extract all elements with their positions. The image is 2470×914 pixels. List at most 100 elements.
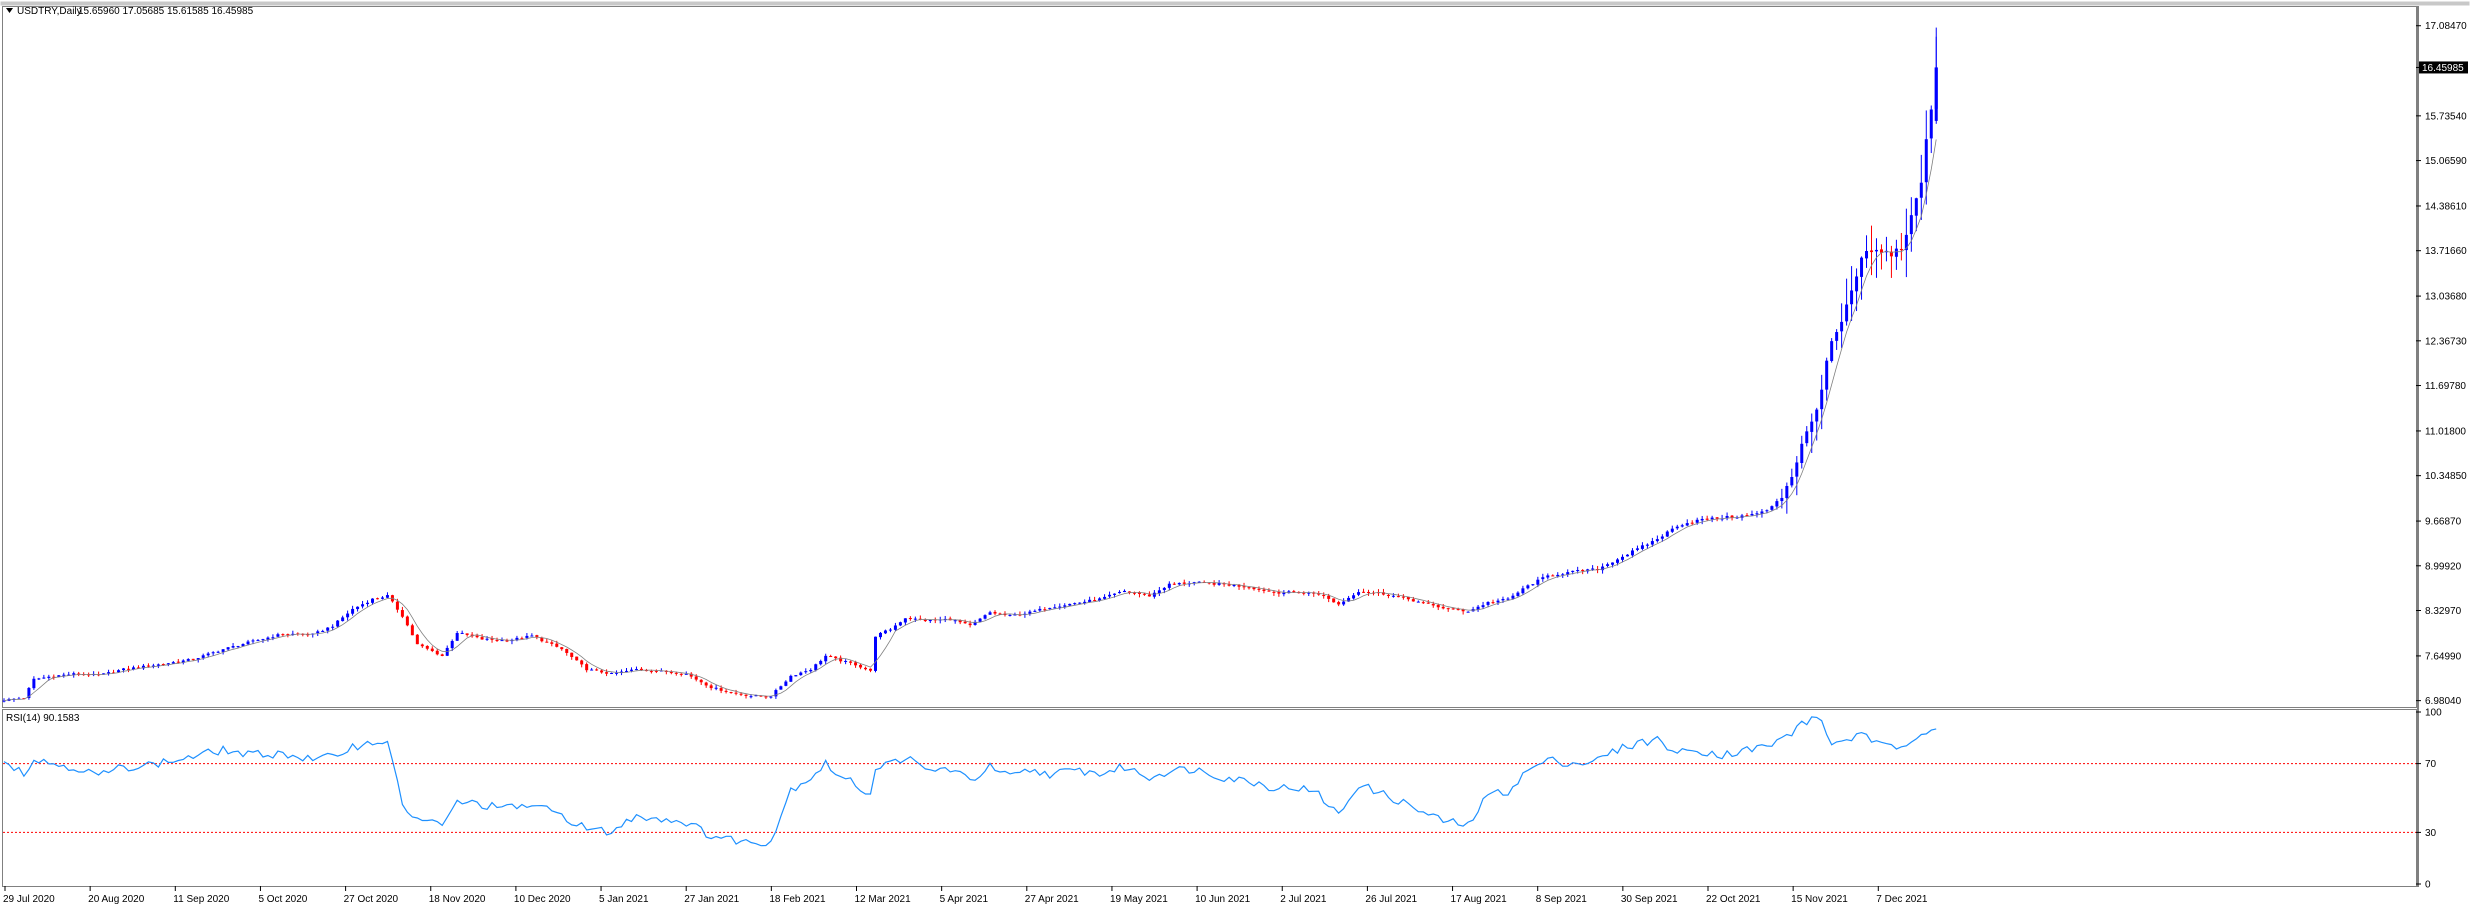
candle-body (211, 652, 215, 654)
candle-body (1277, 592, 1281, 594)
candle-body (465, 633, 469, 635)
candle-body (440, 654, 444, 656)
candle-body (669, 672, 673, 674)
candle-body (739, 693, 743, 695)
candle-body (127, 668, 130, 670)
candle-body (560, 647, 564, 650)
candle-body (1800, 443, 1804, 463)
candle-body (968, 623, 972, 626)
y-tick-label: 15.06590 (2425, 156, 2467, 167)
candle-body (1695, 519, 1699, 523)
candle-body (1103, 596, 1107, 599)
x-tick-label: 15 Nov 2021 (1791, 894, 1848, 905)
x-tick-label: 27 Apr 2021 (1025, 894, 1079, 905)
chart-symbol: USDTRY,Daily (17, 6, 82, 17)
candle-body (555, 643, 559, 647)
candle-body (1337, 602, 1341, 605)
candle-body (829, 656, 833, 658)
candle-body (1416, 601, 1420, 603)
chart-canvas[interactable]: USDTRY,Daily 15.65960 17.05685 15.61585 … (0, 0, 2470, 909)
candle-body (898, 622, 902, 626)
candle-body (1362, 591, 1366, 593)
candle-body (1113, 593, 1117, 595)
candle-body (729, 692, 733, 694)
candle-body (505, 640, 509, 642)
candle-body (47, 676, 51, 678)
candle-body (779, 686, 783, 690)
x-tick-label: 7 Dec 2021 (1876, 894, 1928, 905)
candle-body (1805, 431, 1809, 444)
candle-body (32, 678, 36, 689)
rsi-y-tick-label: 70 (2425, 759, 2437, 770)
candle-body (1606, 564, 1610, 566)
candle-body (226, 647, 230, 650)
candle-body (1247, 587, 1251, 589)
candle-body (1929, 109, 1933, 139)
candle-body (1775, 501, 1779, 507)
candle-body (908, 617, 912, 620)
candle-body (246, 641, 250, 645)
candle-body (625, 670, 628, 672)
candle-body (430, 648, 434, 651)
candle-body (1142, 593, 1146, 595)
candle-body (1108, 594, 1112, 597)
candle-body (983, 615, 987, 619)
candle-body (346, 613, 350, 618)
candle-body (1825, 360, 1829, 390)
candle-body (1421, 602, 1425, 604)
candle-body (1272, 591, 1276, 593)
candle-body (420, 644, 424, 647)
candle-body (191, 658, 195, 660)
candle-body (485, 638, 489, 640)
y-tick-label: 14.38610 (2425, 201, 2467, 212)
candle-body (834, 656, 838, 659)
candle-body (1516, 592, 1520, 597)
candle-body (595, 669, 599, 671)
candle-body (1058, 606, 1062, 608)
candle-body (809, 669, 813, 672)
candle-body (1496, 600, 1500, 603)
candle-body (1436, 604, 1440, 608)
candle-body (679, 673, 683, 675)
candle-body (1446, 608, 1450, 610)
y-tick-label: 10.34850 (2425, 471, 2467, 482)
candle-body (1078, 602, 1082, 604)
candle-body (231, 646, 235, 648)
x-tick-label: 5 Jan 2021 (599, 894, 649, 905)
candle-body (395, 601, 399, 610)
candle-body (1899, 248, 1903, 251)
candle-body (1571, 570, 1575, 572)
candle-body (819, 660, 823, 665)
candle-body (1750, 513, 1754, 516)
candle-body (1810, 421, 1814, 432)
candle-body (1715, 517, 1719, 519)
candle-body (1491, 602, 1495, 604)
y-tick-label: 13.71660 (2425, 246, 2467, 257)
candle-body (1690, 522, 1694, 524)
candle-body (694, 676, 698, 680)
candle-body (371, 598, 375, 603)
candle-body (261, 639, 265, 641)
candle-body (794, 675, 798, 677)
candle-body (1660, 536, 1664, 539)
chart-window[interactable]: USDTRY,Daily 15.65960 17.05685 15.61585 … (0, 0, 2470, 909)
candle-body (1611, 562, 1615, 565)
candle-body (450, 641, 454, 649)
candle-body (1865, 251, 1869, 259)
candle-body (1177, 583, 1181, 585)
chart-ohlc: 15.65960 17.05685 15.61585 16.45985 (78, 6, 254, 17)
candle-body (610, 672, 614, 674)
candle-body (336, 620, 340, 627)
candle-body (166, 663, 170, 665)
x-tick-label: 5 Oct 2020 (258, 894, 307, 905)
candle-body (385, 595, 389, 598)
x-tick-label: 11 Sep 2020 (173, 894, 229, 905)
candle-body (674, 672, 678, 674)
candle-body (1591, 568, 1595, 570)
candle-body (1914, 198, 1918, 216)
candle-body (714, 687, 718, 689)
candle-body (1780, 497, 1784, 502)
y-tick-label: 8.99920 (2425, 561, 2462, 572)
candle-body (1038, 608, 1042, 611)
candle-body (1043, 609, 1047, 611)
